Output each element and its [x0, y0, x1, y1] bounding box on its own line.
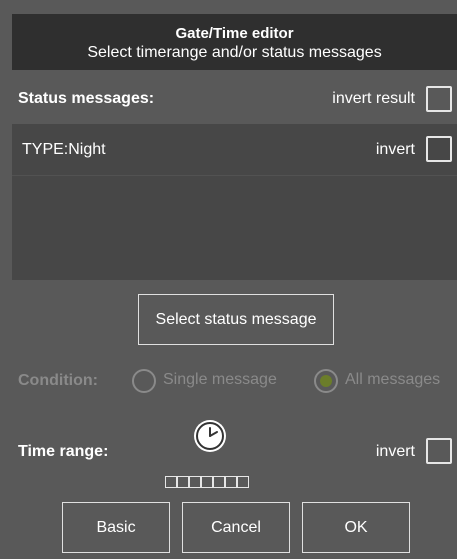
select-status-message-button[interactable]: Select status message — [138, 294, 334, 345]
item-invert-label: invert — [375, 141, 415, 158]
time-range-row: Time range: invert — [12, 434, 457, 474]
status-messages-label: Status messages: — [18, 90, 155, 107]
single-message-radio[interactable] — [132, 369, 156, 393]
invert-result-label: invert result — [332, 90, 415, 107]
ok-button[interactable]: OK — [302, 502, 410, 553]
time-slot[interactable] — [237, 476, 249, 488]
time-slot[interactable] — [189, 476, 201, 488]
time-slot[interactable] — [201, 476, 213, 488]
list-item[interactable]: TYPE:Night invert — [12, 124, 457, 176]
status-messages-header: Status messages: invert result — [12, 82, 457, 116]
dialog-subtitle: Select timerange and/or status messages — [87, 44, 382, 61]
invert-result-checkbox[interactable] — [426, 86, 452, 112]
dialog-header: Gate/Time editor Select timerange and/or… — [12, 14, 457, 70]
time-slot[interactable] — [213, 476, 225, 488]
all-messages-label: All messages — [345, 371, 441, 388]
condition-row: Condition: Single message All messages — [12, 366, 457, 396]
time-invert-label: invert — [375, 443, 415, 460]
gate-time-editor-dialog: Gate/Time editor Select timerange and/or… — [12, 14, 457, 559]
time-range-slots[interactable] — [165, 476, 249, 488]
status-message-list[interactable]: TYPE:Night invert — [12, 124, 457, 280]
time-range-label: Time range: — [18, 443, 109, 460]
status-message-text: TYPE:Night — [22, 141, 106, 158]
all-messages-radio[interactable] — [314, 369, 338, 393]
time-slot[interactable] — [165, 476, 177, 488]
condition-label: Condition: — [18, 372, 98, 389]
time-invert-checkbox[interactable] — [426, 438, 452, 464]
time-slot[interactable] — [177, 476, 189, 488]
dialog-title: Gate/Time editor — [175, 25, 294, 42]
single-message-label: Single message — [163, 371, 277, 388]
item-invert-checkbox[interactable] — [426, 136, 452, 162]
time-slot[interactable] — [225, 476, 237, 488]
cancel-button[interactable]: Cancel — [182, 502, 290, 553]
basic-button[interactable]: Basic — [62, 502, 170, 553]
